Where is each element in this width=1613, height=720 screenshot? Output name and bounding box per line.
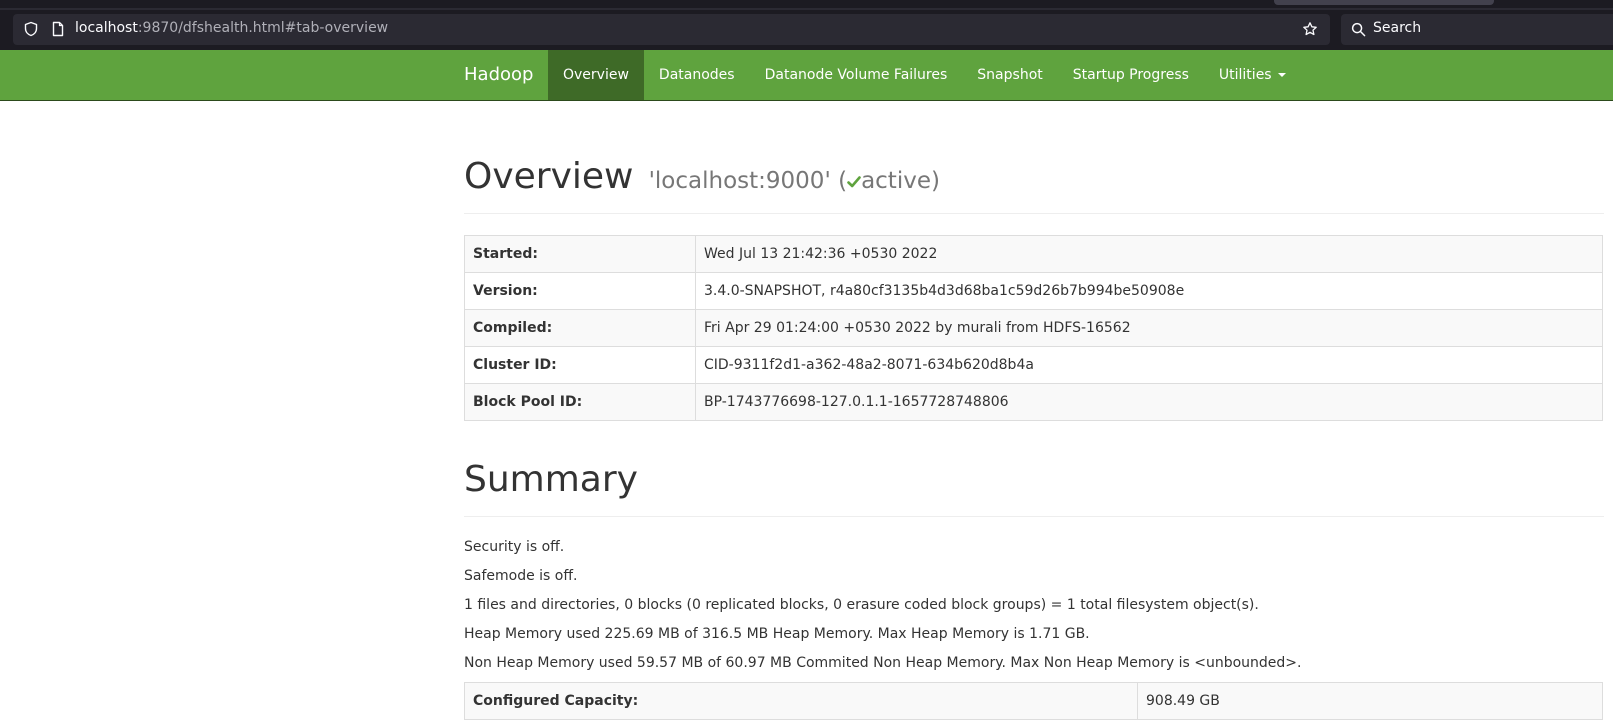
url-text[interactable]: localhost:9870/dfshealth.html#tab-overvi… <box>75 20 388 36</box>
browser-toolbar: localhost:9870/dfshealth.html#tab-overvi… <box>0 0 1613 50</box>
nav-overview[interactable]: Overview <box>548 50 644 100</box>
row-label: Cluster ID: <box>464 346 696 384</box>
table-row: Configured Capacity: 908.49 GB <box>464 682 1603 720</box>
filesystem-objects: 1 files and directories, 0 blocks (0 rep… <box>464 597 1259 613</box>
address-bar[interactable]: localhost:9870/dfshealth.html#tab-overvi… <box>13 14 1330 45</box>
url-path: :9870/dfshealth.html#tab-overview <box>137 20 389 36</box>
search-icon <box>1351 22 1366 37</box>
table-row: Version: 3.4.0-SNAPSHOT, r4a80cf3135b4d3… <box>464 272 1603 310</box>
row-value: CID-9311f2d1-a362-48a2-8071-634b620d8b4a <box>695 346 1603 384</box>
browser-search-box[interactable]: Search <box>1341 14 1613 45</box>
non-heap-memory: Non Heap Memory used 59.57 MB of 60.97 M… <box>464 655 1302 671</box>
caret-down-icon <box>1277 73 1286 77</box>
nav-startup-progress[interactable]: Startup Progress <box>1058 50 1204 100</box>
row-label: Started: <box>464 235 696 273</box>
overview-table: Started: Wed Jul 13 21:42:36 +0530 2022 … <box>464 235 1603 421</box>
page-subtitle: 'localhost:9000' ( active) <box>649 168 940 194</box>
search-placeholder: Search <box>1373 20 1422 36</box>
nav-snapshot[interactable]: Snapshot <box>962 50 1057 100</box>
subtitle-close: ) <box>930 168 940 194</box>
subtitle-status: active <box>861 168 931 194</box>
overview-header: Overview 'localhost:9000' ( active) <box>464 156 1604 214</box>
hadoop-navbar: Hadoop Overview Datanodes Datanode Volum… <box>0 50 1613 101</box>
row-label: Compiled: <box>464 309 696 347</box>
page-title: Overview <box>464 156 634 197</box>
heap-memory: Heap Memory used 225.69 MB of 316.5 MB H… <box>464 626 1090 642</box>
row-label: Configured Capacity: <box>464 682 1138 720</box>
check-icon <box>847 176 861 188</box>
row-value: 908.49 GB <box>1137 682 1603 720</box>
table-row: Block Pool ID: BP-1743776698-127.0.1.1-1… <box>464 383 1603 421</box>
table-row: Compiled: Fri Apr 29 01:24:00 +0530 2022… <box>464 309 1603 347</box>
table-row: Started: Wed Jul 13 21:42:36 +0530 2022 <box>464 235 1603 273</box>
subtitle-host: 'localhost:9000' ( <box>648 168 848 194</box>
nav-datanodes[interactable]: Datanodes <box>644 50 750 100</box>
row-value: 3.4.0-SNAPSHOT, r4a80cf3135b4d3d68ba1c59… <box>695 272 1603 310</box>
capacity-table: Configured Capacity: 908.49 GB <box>464 682 1603 720</box>
page-icon[interactable] <box>50 21 66 37</box>
main-content: Overview 'localhost:9000' ( active) Start… <box>464 100 1604 720</box>
url-host: localhost <box>75 20 138 36</box>
row-label: Version: <box>464 272 696 310</box>
row-value: Fri Apr 29 01:24:00 +0530 2022 by murali… <box>695 309 1603 347</box>
nav-utilities-dropdown[interactable]: Utilities <box>1204 50 1301 100</box>
bookmark-star-icon[interactable] <box>1302 21 1318 37</box>
security-status: Security is off. <box>464 539 565 555</box>
nav-datanode-volume-failures[interactable]: Datanode Volume Failures <box>750 50 963 100</box>
safemode-status: Safemode is off. <box>464 568 578 584</box>
summary-title: Summary <box>464 459 1604 517</box>
tab-strip <box>0 8 1613 10</box>
table-row: Cluster ID: CID-9311f2d1-a362-48a2-8071-… <box>464 346 1603 384</box>
row-label: Block Pool ID: <box>464 383 696 421</box>
row-value: BP-1743776698-127.0.1.1-1657728748806 <box>695 383 1603 421</box>
row-value: Wed Jul 13 21:42:36 +0530 2022 <box>695 235 1603 273</box>
nav-utilities-label: Utilities <box>1218 67 1272 83</box>
browser-tab[interactable] <box>1274 0 1494 5</box>
nav-items: Overview Datanodes Datanode Volume Failu… <box>548 50 1301 100</box>
shield-icon[interactable] <box>23 21 39 37</box>
brand-link[interactable]: Hadoop <box>464 64 533 85</box>
